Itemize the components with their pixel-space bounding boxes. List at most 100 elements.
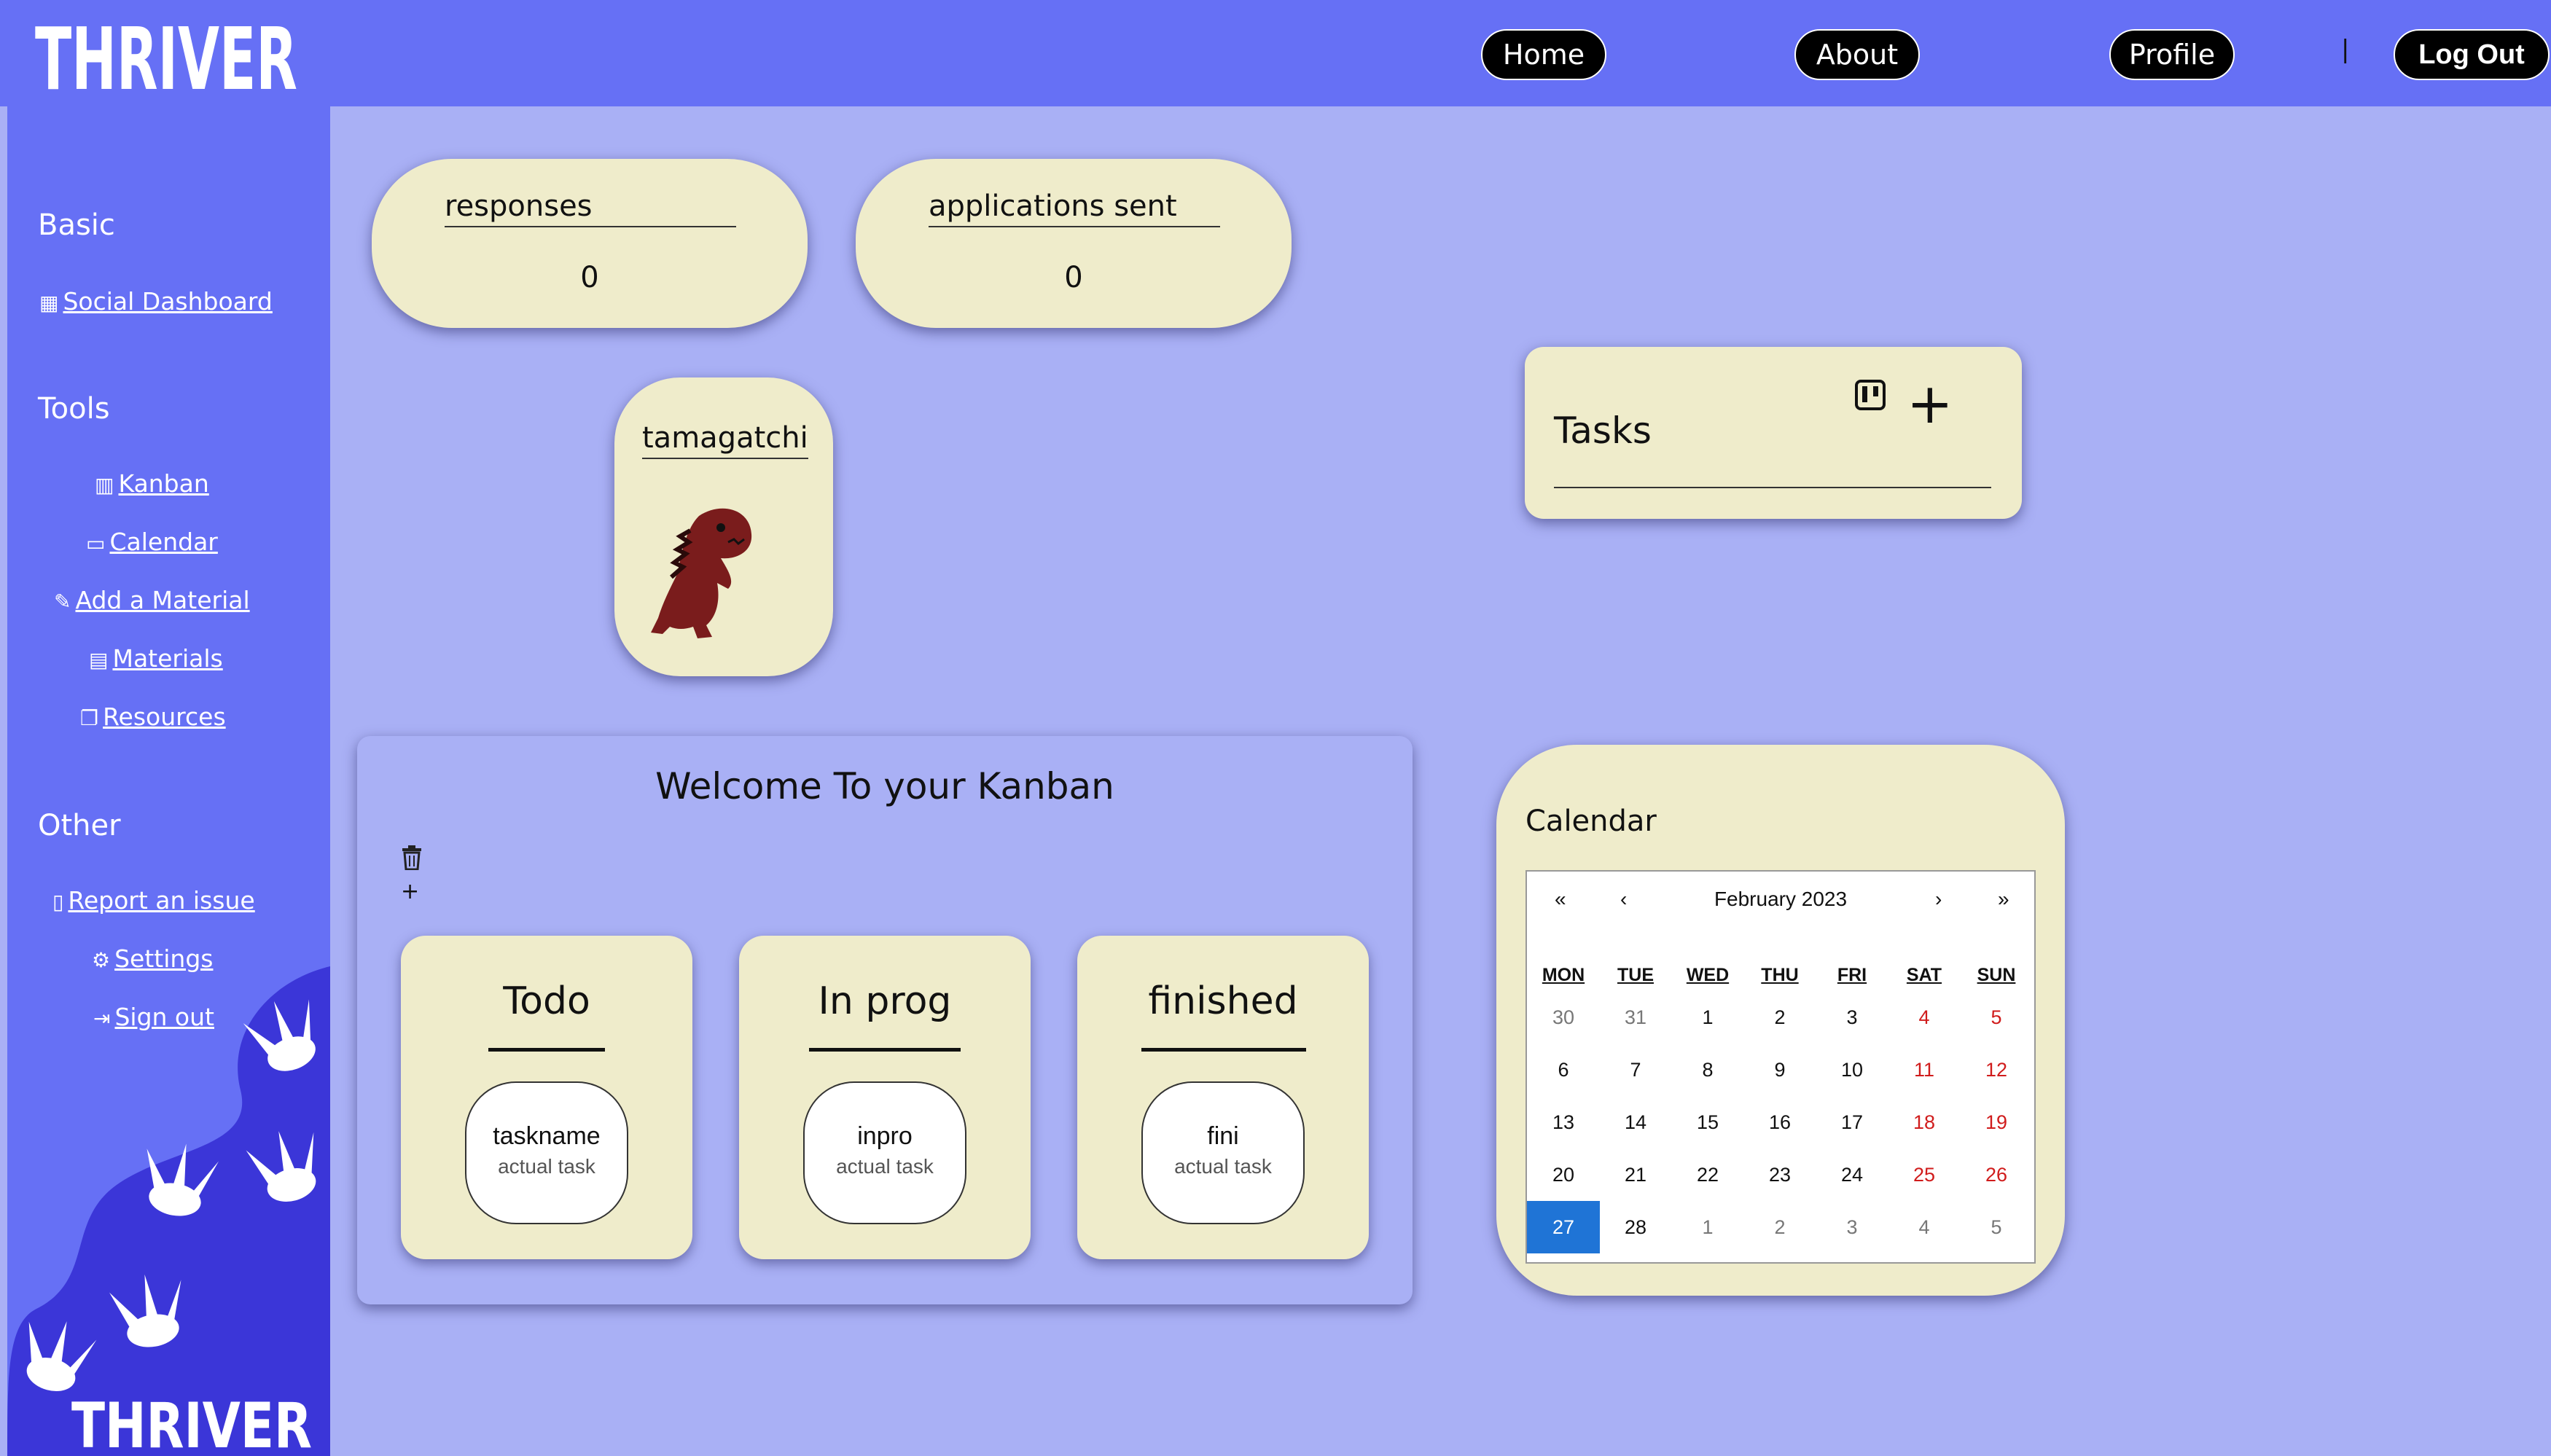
column-title: In prog: [818, 979, 952, 1023]
calendar-day[interactable]: 11: [1888, 1044, 1961, 1096]
tasks-title: Tasks: [1554, 410, 1652, 452]
calendar-day[interactable]: 2: [1743, 1201, 1816, 1253]
calendar-day[interactable]: 26: [1960, 1148, 2033, 1201]
responses-card: responses 0: [372, 159, 808, 328]
calendar-day[interactable]: 8: [1671, 1044, 1744, 1096]
calendar-day[interactable]: 13: [1527, 1096, 1600, 1148]
task-name: inpro: [857, 1122, 913, 1150]
column-underline: [809, 1048, 961, 1052]
calendar-day[interactable]: 3: [1816, 1201, 1888, 1253]
logout-button[interactable]: Log Out: [2394, 29, 2550, 80]
prev-year-button[interactable]: «: [1555, 888, 1566, 911]
calendar-day[interactable]: 1: [1671, 991, 1744, 1044]
sidebar-item-social-dashboard[interactable]: ▦ Social Dashboard: [39, 287, 273, 316]
calendar-day[interactable]: 27: [1527, 1201, 1600, 1253]
sidebar-item-report-issue[interactable]: ▯ Report an issue: [52, 886, 255, 915]
sidebar-item-resources[interactable]: ❐ Resources: [80, 702, 226, 731]
weekday-header: WED: [1686, 965, 1730, 985]
task-description: actual task: [1174, 1155, 1272, 1178]
calendar-day[interactable]: 5: [1960, 1201, 2033, 1253]
calendar-day[interactable]: 12: [1960, 1044, 2033, 1096]
task-description: actual task: [836, 1155, 934, 1178]
add-task-button[interactable]: +: [1907, 376, 1953, 431]
calendar-day[interactable]: 24: [1816, 1148, 1888, 1201]
sidebar-item-label: Kanban: [118, 469, 209, 498]
sidebar-heading-basic: Basic: [38, 208, 115, 242]
dinosaur-pet-image[interactable]: [648, 501, 757, 647]
weekday-header: TUE: [1617, 965, 1654, 985]
calendar-day[interactable]: 17: [1816, 1096, 1888, 1148]
responses-label: responses: [445, 189, 736, 227]
calendar-day[interactable]: 23: [1743, 1148, 1816, 1201]
tasks-divider: [1554, 487, 1991, 488]
calendar-day[interactable]: 10: [1816, 1044, 1888, 1096]
calendar-day[interactable]: 7: [1599, 1044, 1672, 1096]
calendar-day[interactable]: 14: [1599, 1096, 1672, 1148]
sidebar-item-label: Resources: [103, 702, 226, 731]
weekday-header: SAT: [1906, 965, 1942, 985]
calendar-day[interactable]: 28: [1599, 1201, 1672, 1253]
column-title: finished: [1148, 979, 1298, 1023]
calendar-day[interactable]: 31: [1599, 991, 1672, 1044]
sidebar-item-calendar[interactable]: ▭ Calendar: [86, 528, 218, 556]
applications-card: applications sent 0: [856, 159, 1292, 328]
sidebar-heading-tools: Tools: [38, 392, 110, 426]
calendar-day[interactable]: 4: [1888, 1201, 1961, 1253]
applications-value: 0: [1064, 261, 1083, 294]
nav-about-button[interactable]: About: [1794, 29, 1920, 80]
svg-text:THRIVER: THRIVER: [35, 13, 297, 98]
nav-home-button[interactable]: Home: [1481, 29, 1606, 80]
tamagatchi-card: tamagatchi: [614, 377, 833, 676]
sidebar-item-kanban[interactable]: ▥ Kanban: [95, 469, 209, 498]
trash-icon[interactable]: [401, 845, 423, 870]
calendar-day[interactable]: 6: [1527, 1044, 1600, 1096]
calendar-day[interactable]: 20: [1527, 1148, 1600, 1201]
calendar-day[interactable]: 21: [1599, 1148, 1672, 1201]
calendar-day[interactable]: 18: [1888, 1096, 1961, 1148]
column-underline: [488, 1048, 605, 1052]
calendar-icon: ▭: [86, 531, 106, 555]
calendar-day[interactable]: 4: [1888, 991, 1961, 1044]
footprint-decoration: THRIVER: [7, 966, 330, 1456]
kanban-icon: ▥: [95, 473, 114, 497]
nav-profile-button[interactable]: Profile: [2109, 29, 2235, 80]
next-month-button[interactable]: ›: [1935, 888, 1942, 911]
task-card[interactable]: inpro actual task: [803, 1081, 966, 1224]
calendar-day[interactable]: 25: [1888, 1148, 1961, 1201]
clipboard-icon: ▤: [89, 648, 109, 672]
sidebar-item-label: Social Dashboard: [63, 287, 273, 316]
calendar-month-label: February 2023: [1714, 888, 1848, 910]
calendar-day[interactable]: 2: [1743, 991, 1816, 1044]
prev-month-button[interactable]: ‹: [1620, 888, 1627, 911]
calendar-day[interactable]: 30: [1527, 991, 1600, 1044]
sidebar: Basic ▦ Social Dashboard Tools ▥ Kanban ▭ C…: [7, 106, 330, 1456]
calendar-day[interactable]: 9: [1743, 1044, 1816, 1096]
sidebar-item-label: Add a Material: [75, 586, 250, 614]
calendar-day[interactable]: 1: [1671, 1201, 1744, 1253]
calendar-widget: February 2023 « ‹ › » MON TUE WED THU FRI SAT…: [1525, 870, 2036, 1264]
kanban-icon[interactable]: [1854, 379, 1886, 411]
task-card[interactable]: taskname actual task: [465, 1081, 628, 1224]
task-card[interactable]: fini actual task: [1141, 1081, 1305, 1224]
calendar-day[interactable]: 15: [1671, 1096, 1744, 1148]
bottom-logo: THRIVER: [71, 1390, 312, 1456]
calendar-card: Calendar February 2023 « ‹ › » MON TUE WED…: [1496, 745, 2065, 1296]
sidebar-item-label: Materials: [112, 644, 223, 673]
sidebar-item-add-material[interactable]: ✎ Add a Material: [54, 586, 250, 614]
next-year-button[interactable]: »: [1998, 888, 2009, 911]
add-card-button[interactable]: +: [401, 879, 419, 904]
nav-separator: |: [2341, 35, 2350, 64]
sidebar-item-materials[interactable]: ▤ Materials: [89, 644, 223, 673]
calendar-day[interactable]: 22: [1671, 1148, 1744, 1201]
calendar-day[interactable]: 5: [1960, 991, 2033, 1044]
column-title: Todo: [503, 979, 590, 1023]
tamagatchi-label: tamagatchi: [642, 421, 808, 459]
kanban-heading: Welcome To your Kanban: [655, 765, 1114, 807]
kanban-column-finished: finished fini actual task: [1077, 936, 1369, 1259]
calendar-day[interactable]: 19: [1960, 1096, 2033, 1148]
sidebar-item-label: Calendar: [109, 528, 218, 556]
calendar-day[interactable]: 16: [1743, 1096, 1816, 1148]
thriver-logo[interactable]: THRIVER: [35, 9, 327, 109]
kanban-board: Welcome To your Kanban + Todo taskname a…: [357, 736, 1413, 1304]
calendar-day[interactable]: 3: [1816, 991, 1888, 1044]
